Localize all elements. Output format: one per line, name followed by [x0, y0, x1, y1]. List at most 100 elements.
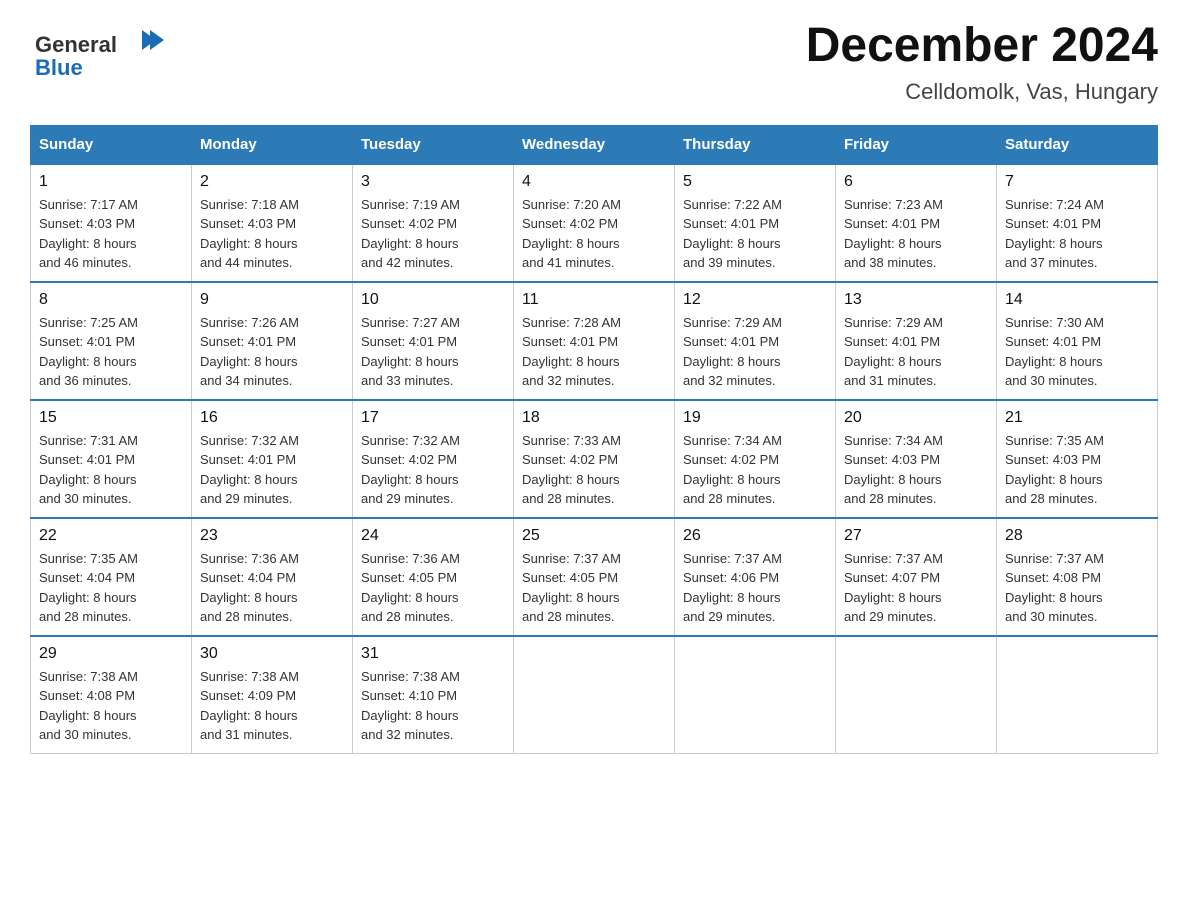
- calendar-day-cell: 15 Sunrise: 7:31 AMSunset: 4:01 PMDayligh…: [31, 400, 192, 518]
- page-header: General Blue December 2024 Celldomolk, V…: [30, 20, 1158, 105]
- calendar-day-cell: 17Sunrise: 7:32 AMSunset: 4:02 PMDayligh…: [353, 400, 514, 518]
- day-number: 6: [844, 173, 988, 191]
- day-sun-info: Sunrise: 7:37 AMSunset: 4:07 PMDaylight:…: [844, 549, 988, 627]
- day-sun-info: Sunrise: 7:26 AMSunset: 4:01 PMDaylight:…: [200, 313, 344, 391]
- day-sun-info: Sunrise: 7:18 AMSunset: 4:03 PMDaylight:…: [200, 195, 344, 273]
- day-sun-info: Sunrise: 7:31 AMSunset: 4:01 PMDaylight:…: [39, 431, 183, 509]
- calendar-table: SundayMondayTuesdayWednesdayThursdayFrid…: [30, 125, 1158, 754]
- day-number: 10: [361, 291, 505, 309]
- day-number: 5: [683, 173, 827, 191]
- day-sun-info: Sunrise: 7:38 AMSunset: 4:08 PMDaylight:…: [39, 667, 183, 745]
- calendar-day-cell: [836, 636, 997, 754]
- day-sun-info: Sunrise: 7:23 AMSunset: 4:01 PMDaylight:…: [844, 195, 988, 273]
- day-sun-info: Sunrise: 7:32 AMSunset: 4:02 PMDaylight:…: [361, 431, 505, 509]
- calendar-day-cell: 12 Sunrise: 7:29 AMSunset: 4:01 PMDayligh…: [675, 282, 836, 400]
- day-number: 31: [361, 645, 505, 663]
- day-number: 14: [1005, 291, 1149, 309]
- day-number: 3: [361, 173, 505, 191]
- calendar-day-cell: [997, 636, 1158, 754]
- day-sun-info: Sunrise: 7:33 AMSunset: 4:02 PMDaylight:…: [522, 431, 666, 509]
- calendar-day-cell: 24Sunrise: 7:36 AMSunset: 4:05 PMDayligh…: [353, 518, 514, 636]
- day-sun-info: Sunrise: 7:38 AMSunset: 4:09 PMDaylight:…: [200, 667, 344, 745]
- calendar-day-cell: 10 Sunrise: 7:27 AMSunset: 4:01 PMDayligh…: [353, 282, 514, 400]
- day-of-week-header: Saturday: [997, 125, 1158, 164]
- calendar-day-cell: 5 Sunrise: 7:22 AMSunset: 4:01 PMDaylight…: [675, 164, 836, 282]
- calendar-day-cell: 21 Sunrise: 7:35 AMSunset: 4:03 PMDayligh…: [997, 400, 1158, 518]
- calendar-week-row: 8Sunrise: 7:25 AMSunset: 4:01 PMDaylight…: [31, 282, 1158, 400]
- calendar-day-cell: 14 Sunrise: 7:30 AMSunset: 4:01 PMDayligh…: [997, 282, 1158, 400]
- day-sun-info: Sunrise: 7:37 AMSunset: 4:06 PMDaylight:…: [683, 549, 827, 627]
- day-number: 21: [1005, 409, 1149, 427]
- calendar-day-cell: 30Sunrise: 7:38 AMSunset: 4:09 PMDayligh…: [192, 636, 353, 754]
- calendar-day-cell: 18 Sunrise: 7:33 AMSunset: 4:02 PMDayligh…: [514, 400, 675, 518]
- day-number: 15: [39, 409, 183, 427]
- calendar-week-row: 1 Sunrise: 7:17 AMSunset: 4:03 PMDaylight…: [31, 164, 1158, 282]
- day-of-week-header: Thursday: [675, 125, 836, 164]
- day-sun-info: Sunrise: 7:22 AMSunset: 4:01 PMDaylight:…: [683, 195, 827, 273]
- day-number: 2: [200, 173, 344, 191]
- logo: General Blue: [30, 20, 170, 85]
- logo-svg: General Blue: [30, 20, 170, 85]
- calendar-day-cell: 28 Sunrise: 7:37 AMSunset: 4:08 PMDayligh…: [997, 518, 1158, 636]
- calendar-day-cell: 6 Sunrise: 7:23 AMSunset: 4:01 PMDaylight…: [836, 164, 997, 282]
- calendar-day-cell: 7 Sunrise: 7:24 AMSunset: 4:01 PMDaylight…: [997, 164, 1158, 282]
- day-sun-info: Sunrise: 7:24 AMSunset: 4:01 PMDaylight:…: [1005, 195, 1149, 273]
- day-of-week-header: Monday: [192, 125, 353, 164]
- day-of-week-header: Sunday: [31, 125, 192, 164]
- day-number: 13: [844, 291, 988, 309]
- calendar-day-cell: 16Sunrise: 7:32 AMSunset: 4:01 PMDayligh…: [192, 400, 353, 518]
- calendar-week-row: 15 Sunrise: 7:31 AMSunset: 4:01 PMDayligh…: [31, 400, 1158, 518]
- location-subtitle: Celldomolk, Vas, Hungary: [806, 79, 1158, 105]
- day-number: 8: [39, 291, 183, 309]
- day-sun-info: Sunrise: 7:36 AMSunset: 4:04 PMDaylight:…: [200, 549, 344, 627]
- day-sun-info: Sunrise: 7:30 AMSunset: 4:01 PMDaylight:…: [1005, 313, 1149, 391]
- day-number: 7: [1005, 173, 1149, 191]
- calendar-day-cell: 27 Sunrise: 7:37 AMSunset: 4:07 PMDayligh…: [836, 518, 997, 636]
- day-number: 4: [522, 173, 666, 191]
- day-number: 20: [844, 409, 988, 427]
- day-sun-info: Sunrise: 7:17 AMSunset: 4:03 PMDaylight:…: [39, 195, 183, 273]
- calendar-day-cell: [514, 636, 675, 754]
- calendar-day-cell: 2 Sunrise: 7:18 AMSunset: 4:03 PMDaylight…: [192, 164, 353, 282]
- day-number: 12: [683, 291, 827, 309]
- day-sun-info: Sunrise: 7:32 AMSunset: 4:01 PMDaylight:…: [200, 431, 344, 509]
- day-of-week-header: Wednesday: [514, 125, 675, 164]
- calendar-day-cell: 4 Sunrise: 7:20 AMSunset: 4:02 PMDaylight…: [514, 164, 675, 282]
- day-of-week-header: Friday: [836, 125, 997, 164]
- day-sun-info: Sunrise: 7:29 AMSunset: 4:01 PMDaylight:…: [844, 313, 988, 391]
- calendar-day-cell: 13 Sunrise: 7:29 AMSunset: 4:01 PMDayligh…: [836, 282, 997, 400]
- day-number: 28: [1005, 527, 1149, 545]
- calendar-day-cell: 20 Sunrise: 7:34 AMSunset: 4:03 PMDayligh…: [836, 400, 997, 518]
- calendar-day-cell: 1 Sunrise: 7:17 AMSunset: 4:03 PMDaylight…: [31, 164, 192, 282]
- calendar-day-cell: 23 Sunrise: 7:36 AMSunset: 4:04 PMDayligh…: [192, 518, 353, 636]
- calendar-day-cell: 3 Sunrise: 7:19 AMSunset: 4:02 PMDaylight…: [353, 164, 514, 282]
- day-sun-info: Sunrise: 7:37 AMSunset: 4:08 PMDaylight:…: [1005, 549, 1149, 627]
- day-sun-info: Sunrise: 7:35 AMSunset: 4:03 PMDaylight:…: [1005, 431, 1149, 509]
- calendar-week-row: 29 Sunrise: 7:38 AMSunset: 4:08 PMDayligh…: [31, 636, 1158, 754]
- calendar-day-cell: 25Sunrise: 7:37 AMSunset: 4:05 PMDayligh…: [514, 518, 675, 636]
- day-sun-info: Sunrise: 7:19 AMSunset: 4:02 PMDaylight:…: [361, 195, 505, 273]
- day-number: 24: [361, 527, 505, 545]
- calendar-day-cell: 11 Sunrise: 7:28 AMSunset: 4:01 PMDayligh…: [514, 282, 675, 400]
- calendar-header-row: SundayMondayTuesdayWednesdayThursdayFrid…: [31, 125, 1158, 164]
- day-number: 27: [844, 527, 988, 545]
- day-sun-info: Sunrise: 7:28 AMSunset: 4:01 PMDaylight:…: [522, 313, 666, 391]
- day-number: 11: [522, 291, 666, 309]
- day-number: 1: [39, 173, 183, 191]
- day-sun-info: Sunrise: 7:20 AMSunset: 4:02 PMDaylight:…: [522, 195, 666, 273]
- day-sun-info: Sunrise: 7:27 AMSunset: 4:01 PMDaylight:…: [361, 313, 505, 391]
- day-number: 23: [200, 527, 344, 545]
- calendar-week-row: 22Sunrise: 7:35 AMSunset: 4:04 PMDayligh…: [31, 518, 1158, 636]
- day-sun-info: Sunrise: 7:38 AMSunset: 4:10 PMDaylight:…: [361, 667, 505, 745]
- day-sun-info: Sunrise: 7:29 AMSunset: 4:01 PMDaylight:…: [683, 313, 827, 391]
- day-number: 22: [39, 527, 183, 545]
- day-sun-info: Sunrise: 7:34 AMSunset: 4:03 PMDaylight:…: [844, 431, 988, 509]
- day-number: 29: [39, 645, 183, 663]
- day-number: 25: [522, 527, 666, 545]
- day-sun-info: Sunrise: 7:34 AMSunset: 4:02 PMDaylight:…: [683, 431, 827, 509]
- day-number: 18: [522, 409, 666, 427]
- calendar-day-cell: 22Sunrise: 7:35 AMSunset: 4:04 PMDayligh…: [31, 518, 192, 636]
- day-number: 19: [683, 409, 827, 427]
- calendar-day-cell: 9Sunrise: 7:26 AMSunset: 4:01 PMDaylight…: [192, 282, 353, 400]
- day-of-week-header: Tuesday: [353, 125, 514, 164]
